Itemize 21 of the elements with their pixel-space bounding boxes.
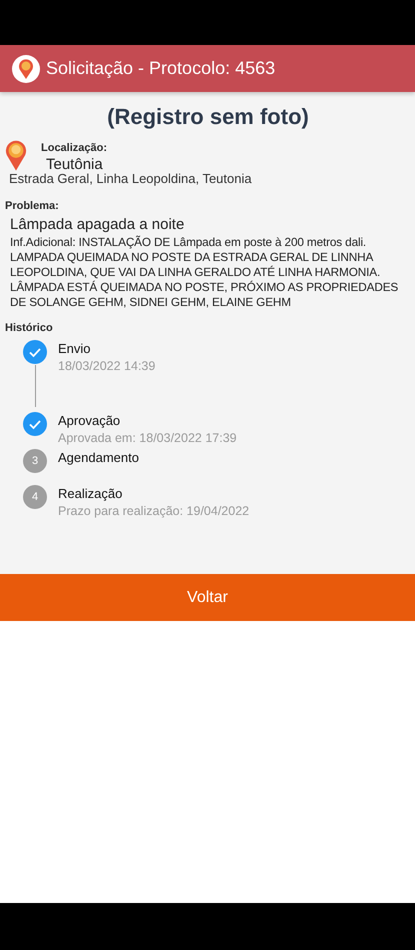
step-number: 3 xyxy=(23,449,47,473)
map-pin-icon xyxy=(5,140,27,172)
step-detail: Prazo para realização: 19/04/2022 xyxy=(58,504,250,518)
step-title: Envio xyxy=(58,341,91,356)
photo-note: (Registro sem foto) xyxy=(106,104,310,130)
back-button[interactable]: Voltar xyxy=(0,574,415,621)
map-pin-icon xyxy=(12,54,40,82)
step-number: 4 xyxy=(23,485,47,509)
address-text: Estrada Geral, Linha Leopoldina, Teutonia xyxy=(8,171,253,186)
problem-details: Inf.Adicional: INSTALAÇÃO DE Lâmpada em poste à 200 metros dali. LAMPADA QUEIMADA NO POSTE DA ESTRADA GERAL DE LINNHA LEOPOLDINA, QUE VAI DA LINHA GERALDO ATÉ LINHA HARMONIA. LÂMPADA ESTÁ QUEIMADA NO POSTE, PRÓXIMO AS PROPRIEDADES DE SOLANGE GEHM, SIDNEI GEHM, ELAINE GEHM xyxy=(10,235,400,310)
history-label: Histórico xyxy=(5,322,53,334)
problem-label: Problema: xyxy=(5,200,59,212)
step-title: Agendamento xyxy=(58,450,139,465)
step-title: Realização xyxy=(58,486,122,501)
step-title: Aprovação xyxy=(58,413,120,428)
step-detail: Aprovada em: 18/03/2022 17:39 xyxy=(58,431,237,445)
step-detail: 18/03/2022 14:39 xyxy=(58,359,156,373)
app-title: Solicitação - Protocolo: 4563 xyxy=(46,58,276,79)
location-label: Localização: xyxy=(41,142,108,154)
city-text: Teutônia xyxy=(46,156,103,173)
problem-title: Lâmpada apagada a noite xyxy=(10,216,186,233)
